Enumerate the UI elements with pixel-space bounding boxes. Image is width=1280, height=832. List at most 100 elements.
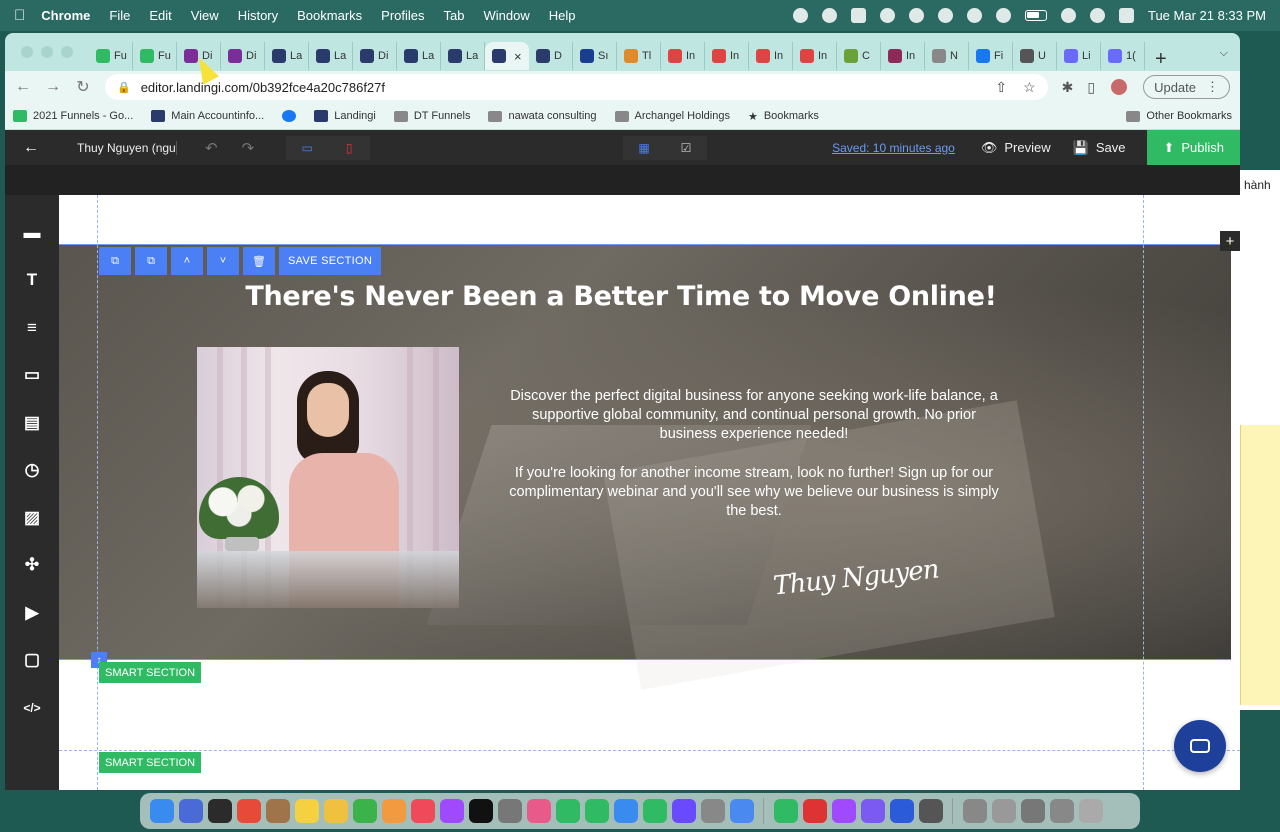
menu-app-name[interactable]: Chrome	[41, 8, 90, 23]
close-tab-icon[interactable]: ×	[514, 49, 522, 64]
tab[interactable]: Li	[1057, 42, 1101, 70]
dock-app-icon[interactable]	[410, 799, 435, 823]
move-up-icon[interactable]: ˄	[171, 247, 203, 275]
bookmark-item[interactable]: ★ Bookmarks	[748, 110, 819, 123]
dock-app-icon[interactable]	[584, 799, 609, 823]
code-icon[interactable]: </>	[5, 684, 59, 732]
tab-active[interactable]: ×	[485, 42, 529, 70]
url-text[interactable]: editor.landingi.com/0b392fce4a20c786f27f	[141, 80, 385, 95]
menu-window[interactable]: Window	[484, 8, 530, 23]
dock-app-icon[interactable]	[207, 799, 232, 823]
layout-icon[interactable]: ≡	[5, 304, 59, 352]
smart-section-label[interactable]: SMART SECTION	[99, 662, 202, 683]
layout-view-icon[interactable]: ▦	[623, 135, 665, 160]
duplicate-section-icon[interactable]: ⧉	[99, 247, 131, 275]
undo-icon[interactable]: ↶	[205, 139, 218, 157]
hero-title[interactable]: There's Never Been a Better Time to Move…	[59, 281, 1183, 312]
tab[interactable]: Fi	[969, 42, 1013, 70]
desktop-view-icon[interactable]: ▭	[286, 135, 329, 160]
bookmark-item[interactable]	[282, 110, 297, 122]
tab-search-icon[interactable]: ⌵	[1220, 47, 1228, 60]
bookmark-folder[interactable]: DT Funnels	[393, 110, 470, 122]
dock-app-icon[interactable]	[671, 799, 696, 823]
hero-paragraph-2[interactable]: If you're looking for another income str…	[507, 464, 1001, 522]
hero-text-block[interactable]: Discover the perfect digital business fo…	[507, 387, 1001, 540]
search-icon[interactable]	[1089, 8, 1105, 23]
profile-avatar[interactable]	[1109, 77, 1130, 97]
share-icon[interactable]: ⇧	[995, 79, 1007, 96]
tab[interactable]: La	[309, 42, 353, 70]
tab[interactable]: Fu	[89, 42, 133, 70]
bookmark-item[interactable]: Landingi	[314, 110, 376, 122]
dock-app-icon[interactable]	[889, 799, 914, 823]
tab[interactable]: In	[793, 42, 837, 70]
update-button[interactable]: Update ⋮	[1143, 75, 1230, 99]
dock-app-icon[interactable]	[352, 799, 377, 823]
tab[interactable]: Di	[221, 42, 265, 70]
apple-icon[interactable]: 	[14, 7, 25, 24]
tab[interactable]: In	[881, 42, 925, 70]
dock-app-icon[interactable]	[962, 799, 987, 823]
dock-app-icon[interactable]	[1020, 799, 1045, 823]
dock-app-icon[interactable]	[773, 799, 798, 823]
dock-app-icon[interactable]	[526, 799, 551, 823]
menubar-datetime[interactable]: Tue Mar 21 8:33 PM	[1148, 8, 1266, 23]
redo-icon[interactable]: ↷	[242, 139, 255, 157]
new-tab-button[interactable]: +	[1155, 48, 1167, 71]
menu-help[interactable]: Help	[549, 8, 576, 23]
dock-app-icon[interactable]	[265, 799, 290, 823]
tab[interactable]: In	[749, 42, 793, 70]
smart-section-label[interactable]: SMART SECTION	[99, 752, 202, 773]
tab[interactable]: La	[397, 42, 441, 70]
background-window[interactable]: hành	[1240, 170, 1280, 710]
other-bookmarks[interactable]: Other Bookmarks	[1126, 110, 1232, 122]
profile-photo[interactable]	[197, 347, 459, 608]
dock-app-icon[interactable]	[381, 799, 406, 823]
bookmark-folder[interactable]: nawata consulting	[488, 110, 597, 122]
preview-button[interactable]: 👁 Preview	[981, 140, 1051, 156]
tab[interactable]: D	[529, 42, 573, 70]
dock-app-icon[interactable]	[831, 799, 856, 823]
dock-app-icon[interactable]	[555, 799, 580, 823]
copy-section-icon[interactable]: ⧉	[135, 247, 167, 275]
sync-status-icon[interactable]	[879, 8, 895, 23]
tab[interactable]: 1(	[1101, 42, 1145, 70]
dock-app-icon[interactable]	[802, 799, 827, 823]
hero-section[interactable]: ⧉ ⧉ ˄ ˅ 🗑 SAVE SECTION There's Never Bee…	[59, 244, 1231, 690]
add-section-icon[interactable]: +	[1220, 231, 1240, 251]
icons-icon[interactable]: ✣	[5, 542, 59, 590]
tab[interactable]: In	[661, 42, 705, 70]
dock-app-icon[interactable]	[642, 799, 667, 823]
button-icon[interactable]: ▭	[5, 352, 59, 400]
extensions-icon[interactable]: ✱	[1062, 79, 1074, 96]
bookmark-star-icon[interactable]: ☆	[1023, 79, 1036, 96]
reload-icon[interactable]: ↻	[75, 77, 91, 97]
menu-tab[interactable]: Tab	[444, 8, 465, 23]
saved-status[interactable]: Saved: 10 minutes ago	[832, 141, 955, 155]
section-icon[interactable]: ▬	[5, 209, 59, 257]
side-panel-icon[interactable]: ▯	[1087, 79, 1095, 96]
minimize-window-button[interactable]	[41, 46, 53, 58]
tab[interactable]: La	[441, 42, 485, 70]
dock-app-icon[interactable]	[613, 799, 638, 823]
dock-app-icon[interactable]	[323, 799, 348, 823]
tab[interactable]: Fu	[133, 42, 177, 70]
checklist-view-icon[interactable]: ☑	[665, 135, 707, 160]
hero-paragraph-1[interactable]: Discover the perfect digital business fo…	[507, 387, 1001, 445]
image-icon[interactable]: ▨	[5, 494, 59, 542]
move-down-icon[interactable]: ˅	[207, 247, 239, 275]
dock-app-icon[interactable]	[236, 799, 261, 823]
publish-button[interactable]: ⬆ Publish	[1147, 130, 1240, 165]
menu-edit[interactable]: Edit	[149, 8, 171, 23]
tab[interactable]: Sı	[573, 42, 617, 70]
zoom-window-button[interactable]	[61, 46, 73, 58]
page-name[interactable]: Thuy Nguyen (nguy...	[57, 140, 177, 155]
dock-app-icon[interactable]	[497, 799, 522, 823]
tab[interactable]: U	[1013, 42, 1057, 70]
dock-app-icon[interactable]	[1049, 799, 1074, 823]
viber-status-icon[interactable]	[821, 8, 837, 23]
dock-app-icon[interactable]	[468, 799, 493, 823]
dock-app-icon[interactable]	[918, 799, 943, 823]
top-section[interactable]	[59, 195, 1240, 244]
dock-app-icon[interactable]	[294, 799, 319, 823]
